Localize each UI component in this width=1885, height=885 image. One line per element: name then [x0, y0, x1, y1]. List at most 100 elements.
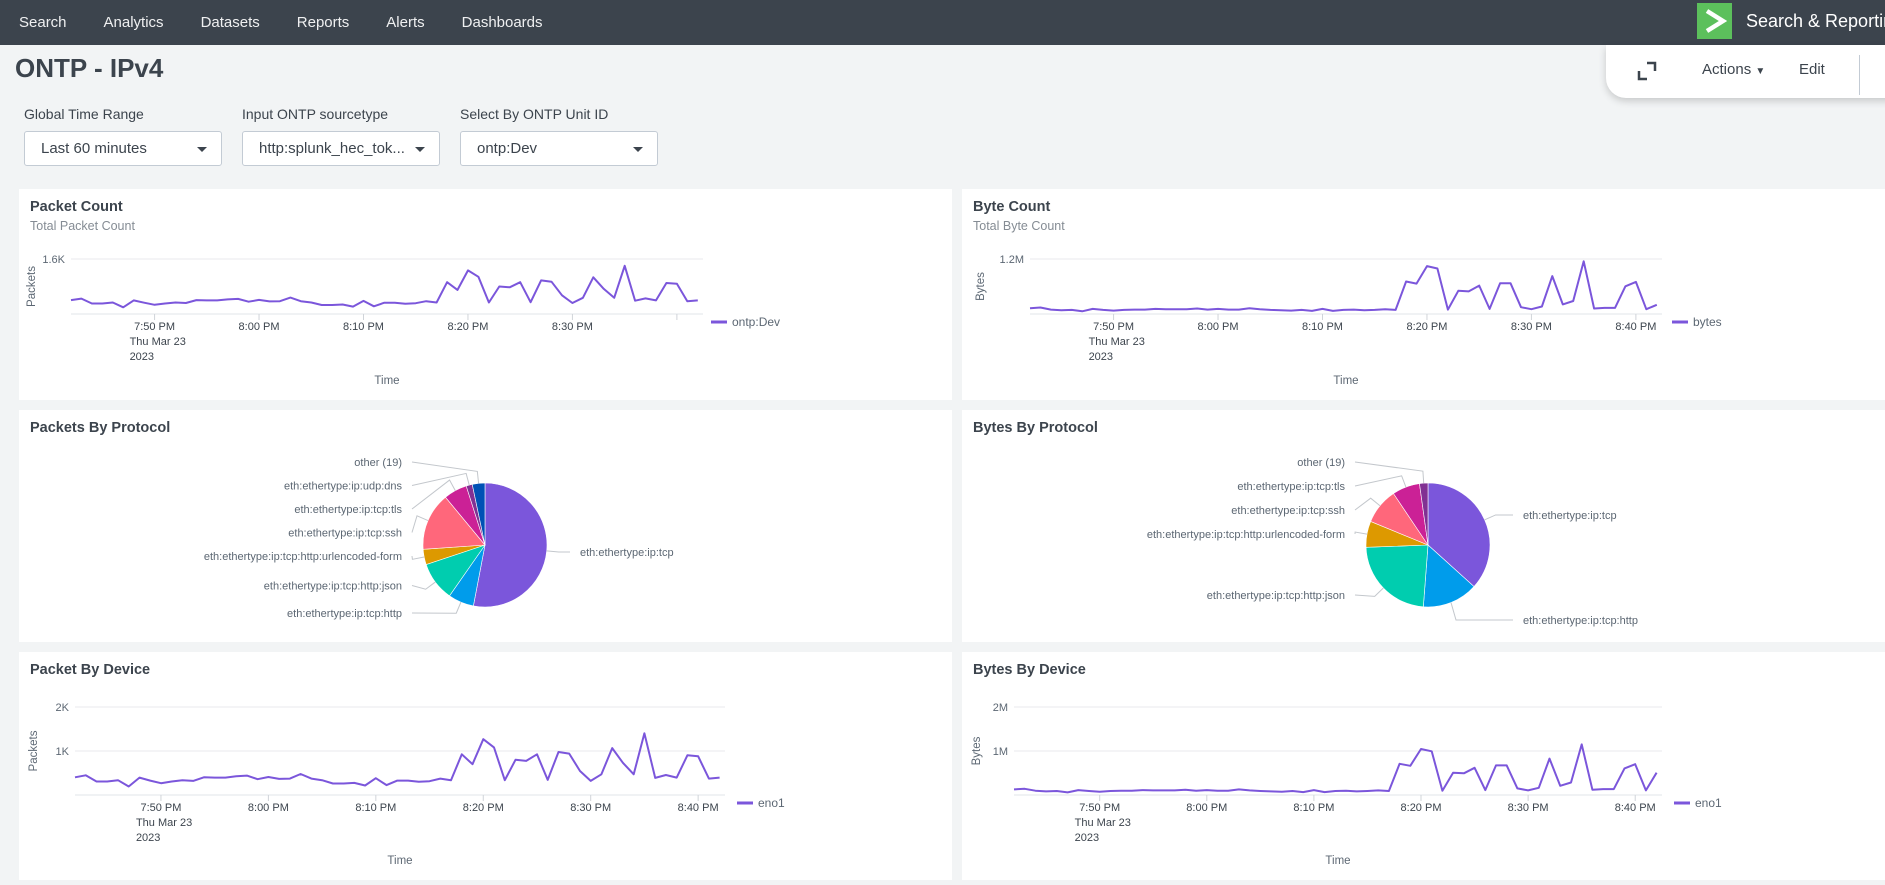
x-tick-label: 8:20 PM: [1406, 321, 1447, 333]
x-tick-label: 7:50 PM: [1093, 321, 1134, 333]
pie-label: eth:ethertype:ip:tcp: [580, 547, 674, 559]
y-tick-label: 1.2M: [1000, 254, 1024, 266]
x-tick-sublabel: Thu Mar 23: [1089, 336, 1145, 348]
pie-label: other (19): [354, 457, 402, 469]
pie-leader-line: [411, 472, 470, 486]
sourcetype-value: http:splunk_hec_tok...: [259, 140, 405, 157]
x-tick-label: 8:40 PM: [1615, 802, 1656, 814]
panel-bytes-by-protocol: Bytes By Protocol eth:ethertype:ip:tcp ot…: [962, 410, 1885, 642]
y-tick-label: 1K: [56, 746, 70, 758]
y-tick-label: 2K: [56, 702, 70, 714]
x-tick-label: 8:20 PM: [447, 321, 488, 333]
unit-id-input: Select By ONTP Unit ID ontp:Dev: [460, 106, 658, 166]
app-nav-menu: Search Analytics Datasets Reports Alerts…: [19, 0, 580, 45]
packets-protocol-pie[interactable]: eth:ethertype:ip:tcp other (19) eth:ethert…: [19, 410, 952, 642]
x-tick-label: 8:00 PM: [1186, 802, 1227, 814]
nav-item-reports[interactable]: Reports: [297, 14, 350, 31]
legend-label: eno1: [758, 796, 785, 810]
x-tick-label: 8:30 PM: [552, 321, 593, 333]
pie-label: eth:ethertype:ip:tcp:http:urlencoded-for…: [1147, 529, 1345, 541]
pie-label: eth:ethertype:ip:tcp:http: [287, 608, 402, 620]
x-tick-label: 8:30 PM: [1511, 321, 1552, 333]
x-tick-label: 8:10 PM: [343, 321, 384, 333]
x-tick-sublabel: 2023: [1089, 351, 1113, 363]
x-axis-title: Time: [1333, 375, 1358, 387]
y-axis-title: Bytes: [975, 272, 987, 301]
pie-leader-line: [1354, 497, 1381, 511]
panel-title: Packet By Device: [30, 662, 151, 678]
x-tick-label: 8:10 PM: [1293, 802, 1334, 814]
nav-item-datasets[interactable]: Datasets: [201, 14, 260, 31]
panel-byte-count: Byte Count Total Byte Count 1.2M 7:50 PM 8…: [962, 189, 1885, 400]
x-tick-sublabel: 2023: [130, 351, 154, 363]
pie-leader-line: [411, 581, 436, 590]
panel-packet-by-device: Packet By Device 1K 2K 7:50 PM 8:00 PM 8:10 …: [19, 652, 952, 880]
y-tick-label: 2M: [993, 702, 1008, 714]
pie-leader-line: [1354, 531, 1368, 535]
edit-button[interactable]: Edit: [1799, 61, 1825, 78]
bytes-protocol-pie[interactable]: eth:ethertype:ip:tcp other (19) eth:ethert…: [962, 410, 1885, 642]
byte-count-chart[interactable]: 1.2M 7:50 PM 8:00 PM 8:10 PM 8:20 PM 8:30 PM 8…: [962, 189, 1885, 400]
x-tick-sublabel: Thu Mar 23: [1075, 817, 1131, 829]
x-tick-sublabel: 2023: [136, 832, 160, 844]
y-tick-label: 1M: [993, 746, 1008, 758]
series-line-ontp:Dev: [70, 264, 698, 309]
actions-menu-button[interactable]: Actions ▼: [1702, 61, 1765, 78]
nav-item-search[interactable]: Search: [19, 14, 67, 31]
nav-item-alerts[interactable]: Alerts: [386, 14, 424, 31]
app-logo-chevron-icon: [1697, 3, 1732, 39]
legend-label: ontp:Dev: [732, 315, 780, 329]
dashboard-action-bar: Actions ▼ Edit: [1606, 45, 1885, 98]
caret-down-icon: [197, 147, 207, 152]
panel-subtitle: Total Packet Count: [30, 219, 135, 233]
legend-label: bytes: [1693, 315, 1722, 329]
app-name: Search & Reporting: [1746, 10, 1885, 31]
pie-label: eth:ethertype:ip:tcp:http: [1523, 615, 1638, 627]
time-range-input: Global Time Range Last 60 minutes: [24, 106, 222, 166]
time-range-value: Last 60 minutes: [41, 140, 147, 157]
x-tick-label: 7:50 PM: [140, 802, 181, 814]
sourcetype-dropdown[interactable]: http:splunk_hec_tok...: [242, 131, 440, 166]
pie-label: eth:ethertype:ip:tcp:http:json: [264, 581, 402, 593]
x-tick-label: 8:30 PM: [570, 802, 611, 814]
x-tick-label: 8:00 PM: [239, 321, 280, 333]
pie-leader-line: [411, 601, 462, 614]
expand-icon[interactable]: [1636, 60, 1658, 82]
x-tick-label: 7:50 PM: [1079, 802, 1120, 814]
top-navigation-bar: Search Analytics Datasets Reports Alerts…: [0, 0, 1885, 45]
panel-bytes-by-device: Bytes By Device 1M 2M 7:50 PM 8:00 PM 8:10 P…: [962, 652, 1885, 880]
pie-label: eth:ethertype:ip:udp:dns: [284, 481, 403, 493]
packet-count-chart[interactable]: 1.6K 7:50 PM 8:00 PM 8:10 PM 8:20 PM 8:30 PM T…: [19, 189, 952, 400]
pie-leader-line: [1484, 514, 1513, 521]
pie-slice: [1365, 544, 1429, 608]
nav-item-analytics[interactable]: Analytics: [104, 14, 164, 31]
y-axis-title: Packets: [28, 730, 40, 771]
caret-down-icon: [415, 147, 425, 152]
pie-label: eth:ethertype:ip:tcp:tls: [294, 504, 402, 516]
pie-label: other (19): [1297, 457, 1345, 469]
x-tick-label: 8:30 PM: [1508, 802, 1549, 814]
packet-device-chart[interactable]: 1K 2K 7:50 PM 8:00 PM 8:10 PM 8:20 PM 8:30 PM 8…: [19, 652, 952, 880]
app-brand[interactable]: Search & Reporting: [1697, 2, 1885, 40]
panel-packet-count: Packet Count Total Packet Count 1.6K 7:50…: [19, 189, 952, 400]
bytes-device-chart[interactable]: 1M 2M 7:50 PM 8:00 PM 8:10 PM 8:20 PM 8:30 PM 8…: [962, 652, 1885, 880]
pie-leader-line: [411, 461, 480, 484]
pie-label: eth:ethertype:ip:tcp:http:urlencoded-for…: [204, 551, 402, 563]
y-axis-title: Packets: [26, 266, 38, 307]
unit-id-value: ontp:Dev: [477, 140, 538, 157]
panel-title: Byte Count: [973, 199, 1051, 215]
panel-title: Bytes By Device: [973, 662, 1086, 678]
panel-subtitle: Total Byte Count: [973, 219, 1065, 233]
x-axis-title: Time: [1325, 855, 1350, 867]
nav-item-dashboards[interactable]: Dashboards: [462, 14, 543, 31]
x-tick-sublabel: Thu Mar 23: [130, 336, 186, 348]
pie-label: eth:ethertype:ip:tcp:http:json: [1207, 590, 1345, 602]
x-tick-sublabel: Thu Mar 23: [136, 817, 192, 829]
x-tick-label: 8:40 PM: [678, 802, 719, 814]
x-tick-label: 8:00 PM: [1198, 321, 1239, 333]
unit-id-dropdown[interactable]: ontp:Dev: [460, 131, 658, 166]
pie-leader-line: [1354, 475, 1407, 488]
time-range-dropdown[interactable]: Last 60 minutes: [24, 131, 222, 166]
x-tick-label: 8:10 PM: [355, 802, 396, 814]
pie-label: eth:ethertype:ip:tcp:ssh: [288, 528, 402, 540]
